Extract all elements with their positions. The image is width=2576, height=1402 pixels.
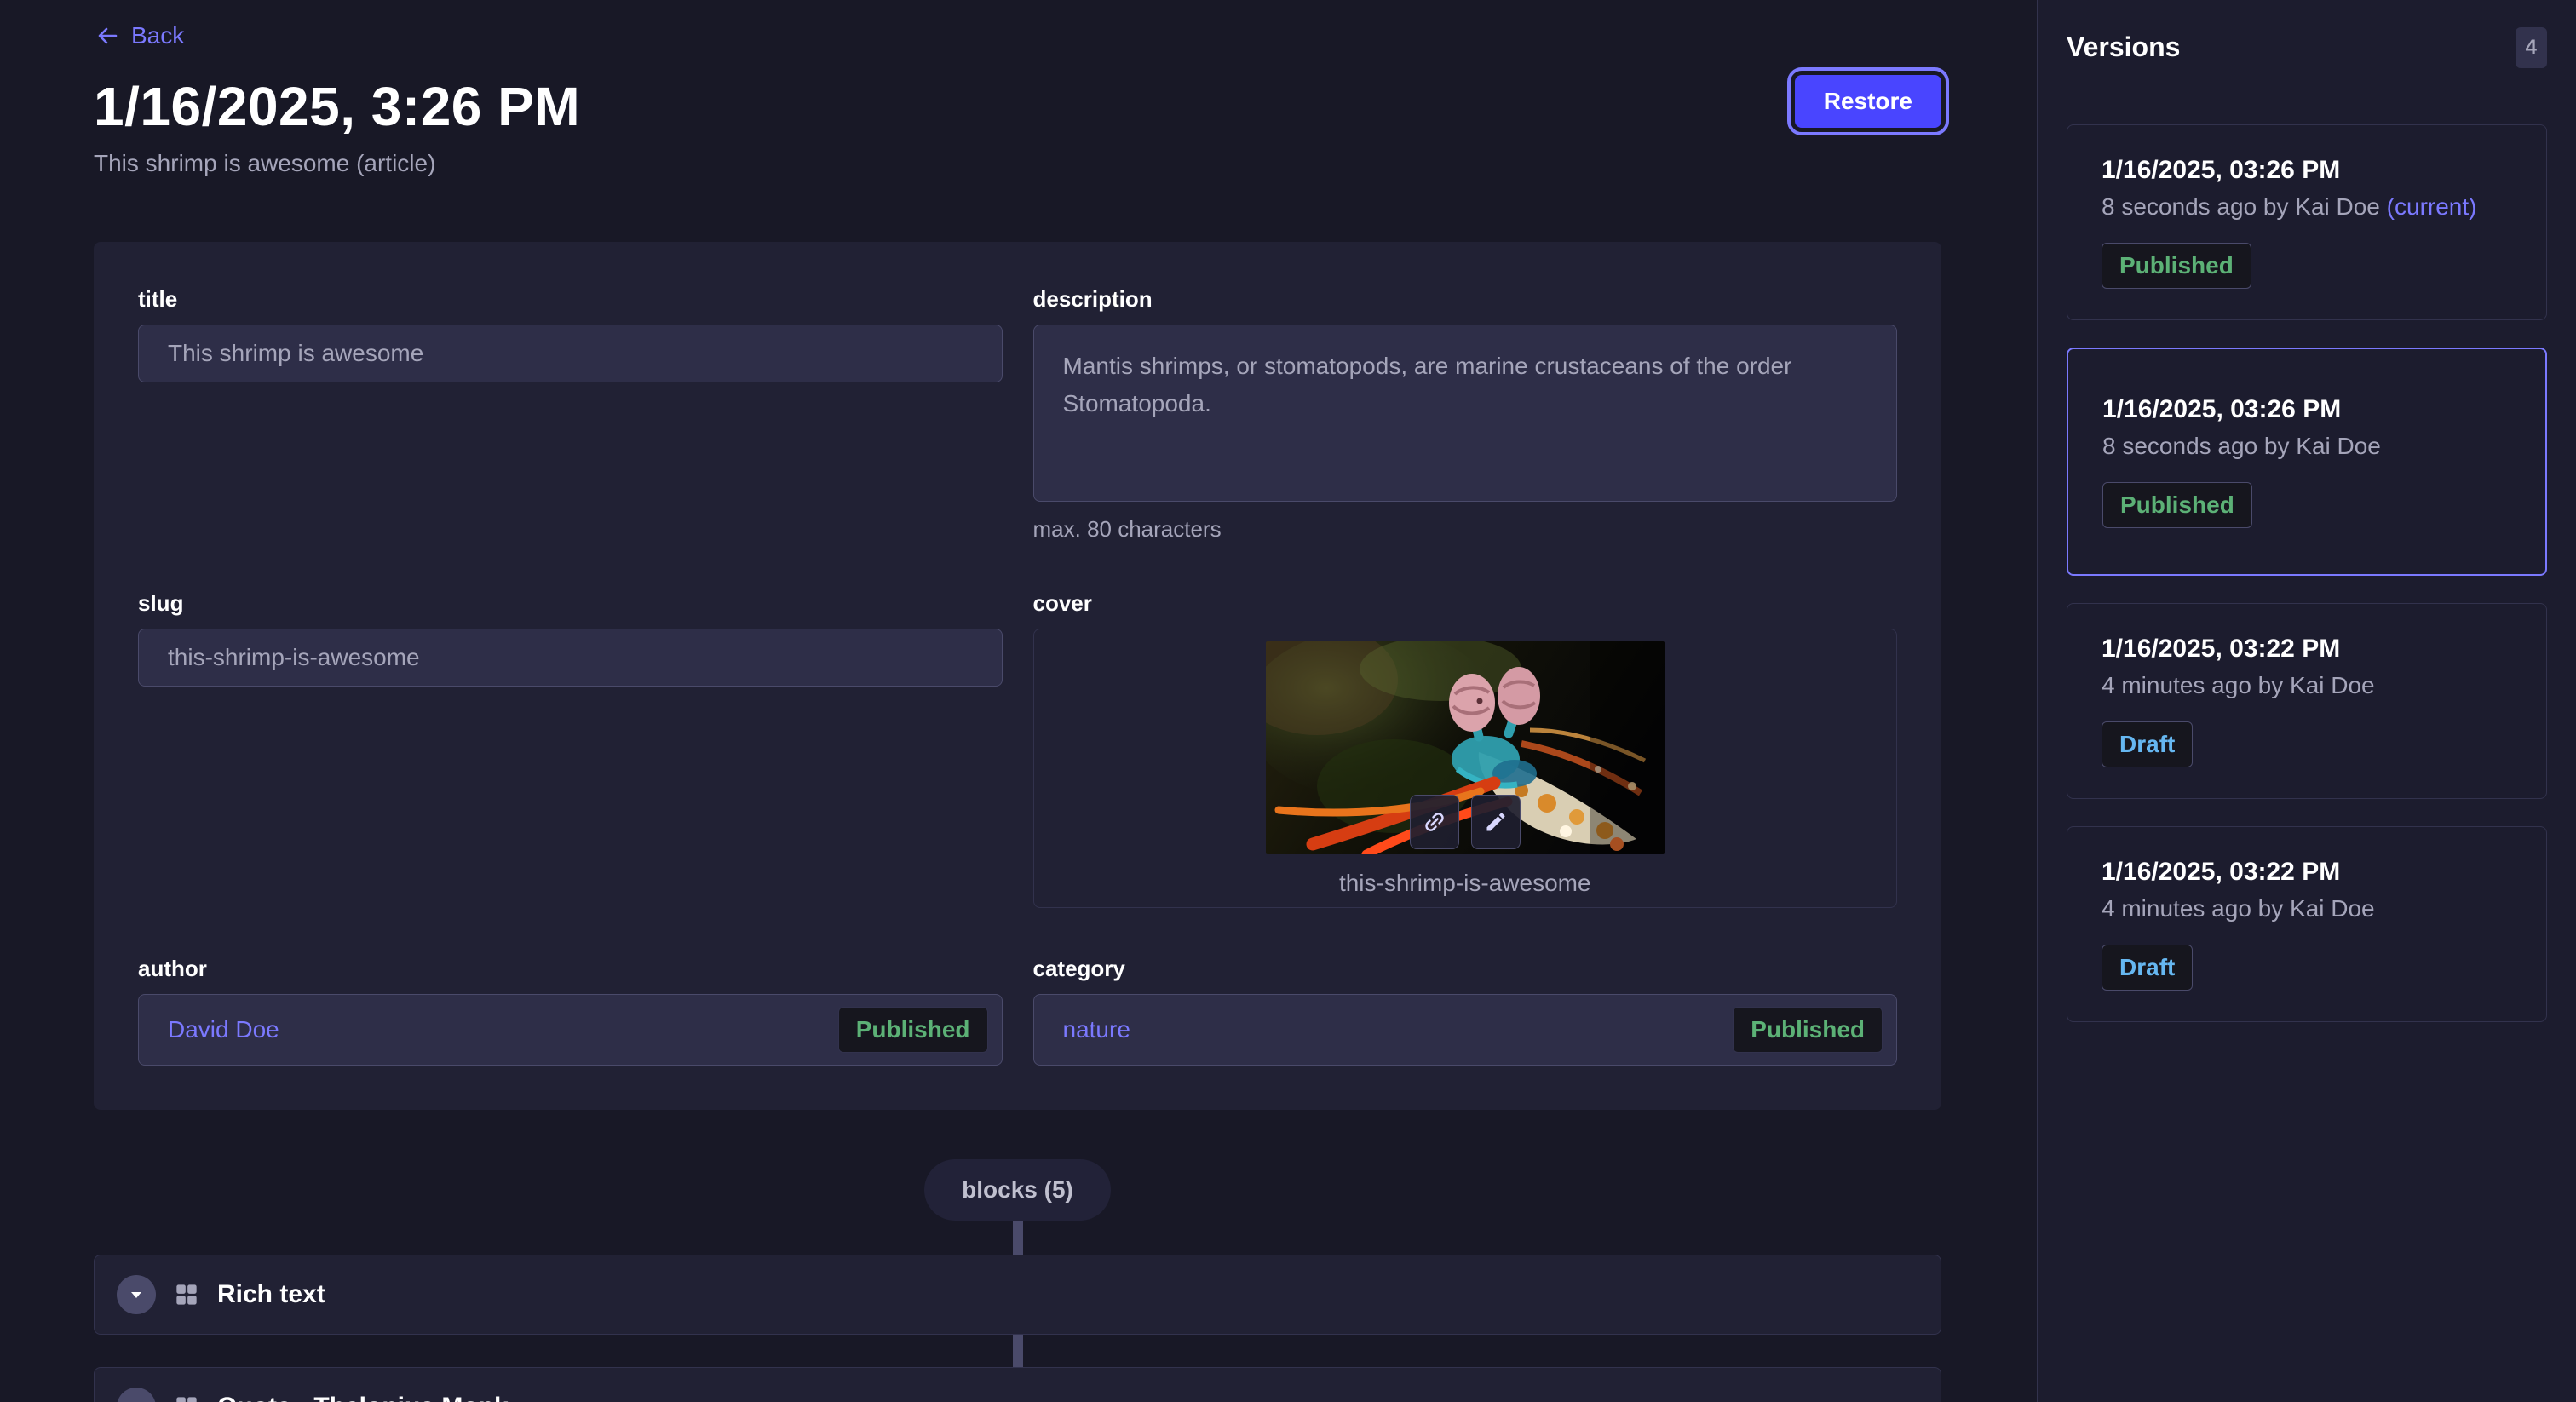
block-accordion-rich-text[interactable]: Rich text bbox=[94, 1255, 1941, 1335]
edit-cover-button[interactable] bbox=[1471, 795, 1521, 849]
category-status-badge: Published bbox=[1733, 1007, 1883, 1053]
category-box: nature Published bbox=[1033, 994, 1898, 1066]
title-input[interactable] bbox=[138, 325, 1003, 382]
version-title: 1/16/2025, 03:22 PM bbox=[2102, 858, 2512, 887]
chevron-down-icon bbox=[129, 1287, 144, 1302]
cover-box: this-shrimp-is-awesome bbox=[1033, 629, 1898, 908]
back-link[interactable]: Back bbox=[94, 22, 184, 49]
accordion-toggle-button[interactable] bbox=[117, 1275, 156, 1314]
block-label: Rich text bbox=[217, 1280, 325, 1309]
link-icon bbox=[1422, 809, 1447, 835]
description-textarea[interactable]: Mantis shrimps, or stomatopods, are mari… bbox=[1033, 325, 1898, 502]
version-meta: 8 seconds ago by Kai Doe (current) bbox=[2102, 193, 2512, 221]
page-subtitle: This shrimp is awesome (article) bbox=[94, 150, 1941, 177]
copy-link-button[interactable] bbox=[1410, 795, 1459, 849]
version-status-badge: Published bbox=[2102, 243, 2251, 289]
versions-panel: Versions 4 1/16/2025, 03:26 PM 8 seconds… bbox=[2037, 0, 2576, 1402]
version-title: 1/16/2025, 03:26 PM bbox=[2102, 395, 2511, 424]
version-title: 1/16/2025, 03:22 PM bbox=[2102, 635, 2512, 664]
versions-header: Versions 4 bbox=[2038, 0, 2576, 95]
form-card: title description Mantis shrimps, or sto… bbox=[94, 242, 1941, 1110]
category-label: category bbox=[1033, 956, 1898, 982]
version-history-page: Back 1/16/2025, 3:26 PM This shrimp is a… bbox=[0, 0, 2576, 1402]
blocks-section: blocks (5) Rich text bbox=[94, 1159, 1941, 1402]
version-title: 1/16/2025, 03:26 PM bbox=[2102, 156, 2512, 185]
category-link[interactable]: nature bbox=[1063, 1016, 1130, 1043]
blocks-connector bbox=[1013, 1335, 1023, 1367]
title-field: title bbox=[138, 286, 1003, 543]
author-field: author David Doe Published bbox=[138, 956, 1003, 1066]
cover-field: cover bbox=[1033, 590, 1898, 908]
page-title: 1/16/2025, 3:26 PM bbox=[94, 75, 1941, 138]
block-accordion-quote[interactable]: Quote - Thelonius Monk bbox=[94, 1367, 1941, 1402]
version-list: 1/16/2025, 03:26 PM 8 seconds ago by Kai… bbox=[2038, 95, 2576, 1051]
restore-button[interactable]: Restore bbox=[1795, 75, 1941, 128]
blocks-pill: blocks (5) bbox=[924, 1159, 1111, 1221]
back-arrow-icon bbox=[94, 23, 119, 49]
back-label: Back bbox=[131, 22, 184, 49]
cover-actions bbox=[1410, 795, 1521, 849]
slug-field: slug bbox=[138, 590, 1003, 908]
author-status-badge: Published bbox=[838, 1007, 988, 1053]
version-card[interactable]: 1/16/2025, 03:26 PM 8 seconds ago by Kai… bbox=[2067, 124, 2547, 320]
versions-heading: Versions bbox=[2067, 32, 2180, 63]
version-meta: 4 minutes ago by Kai Doe bbox=[2102, 895, 2512, 922]
version-card[interactable]: 1/16/2025, 03:22 PM 4 minutes ago by Kai… bbox=[2067, 603, 2547, 799]
version-card-selected[interactable]: 1/16/2025, 03:26 PM 8 seconds ago by Kai… bbox=[2067, 348, 2547, 576]
description-label: description bbox=[1033, 286, 1898, 313]
slug-label: slug bbox=[138, 590, 1003, 617]
pencil-icon bbox=[1484, 810, 1508, 834]
category-field: category nature Published bbox=[1033, 956, 1898, 1066]
main-content: Back 1/16/2025, 3:26 PM This shrimp is a… bbox=[0, 0, 2037, 1402]
version-card[interactable]: 1/16/2025, 03:22 PM 4 minutes ago by Kai… bbox=[2067, 826, 2547, 1022]
blocks-connector bbox=[1013, 1221, 1023, 1255]
versions-count-badge: 4 bbox=[2516, 27, 2547, 68]
block-label: Quote - Thelonius Monk bbox=[217, 1393, 509, 1402]
author-link[interactable]: David Doe bbox=[168, 1016, 279, 1043]
version-status-badge: Draft bbox=[2102, 721, 2193, 767]
version-meta: 4 minutes ago by Kai Doe bbox=[2102, 672, 2512, 699]
block-grid-icon bbox=[175, 1283, 198, 1307]
cover-caption: this-shrimp-is-awesome bbox=[1339, 870, 1591, 897]
description-field: description Mantis shrimps, or stomatopo… bbox=[1033, 286, 1898, 543]
version-meta: 8 seconds ago by Kai Doe bbox=[2102, 433, 2511, 460]
cover-label: cover bbox=[1033, 590, 1898, 617]
char-limit-hint: max. 80 characters bbox=[1033, 516, 1898, 543]
version-status-badge: Published bbox=[2102, 482, 2252, 528]
version-status-badge: Draft bbox=[2102, 945, 2193, 991]
version-current-label: (current) bbox=[2387, 193, 2477, 220]
slug-input[interactable] bbox=[138, 629, 1003, 687]
accordion-toggle-button[interactable] bbox=[117, 1388, 156, 1402]
cover-media bbox=[1266, 641, 1665, 854]
block-grid-icon bbox=[175, 1395, 198, 1402]
author-box: David Doe Published bbox=[138, 994, 1003, 1066]
author-label: author bbox=[138, 956, 1003, 982]
title-label: title bbox=[138, 286, 1003, 313]
